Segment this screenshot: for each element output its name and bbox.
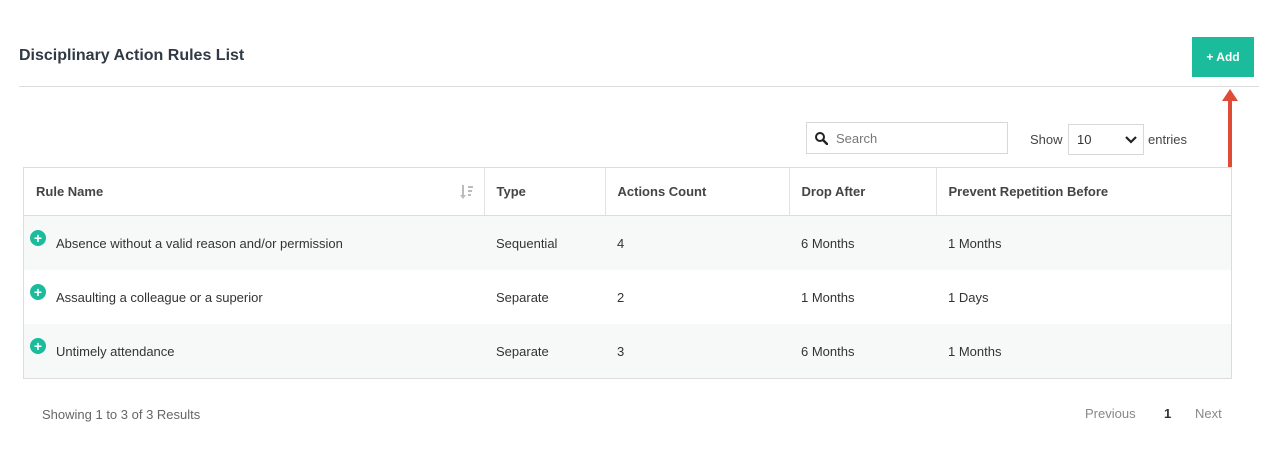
table-row: + Untimely attendance Separate 3 6 Month… [24,324,1231,378]
expand-plus-icon[interactable]: + [30,284,46,300]
annotation-arrow-icon [1222,89,1238,179]
type-cell: Sequential [484,215,605,270]
search-box[interactable] [806,122,1008,154]
page-title: Disciplinary Action Rules List [19,47,245,64]
show-label: Show [1030,132,1063,147]
chevron-down-icon [1125,135,1137,144]
prevent-repetition-cell: 1 Days [936,270,1231,324]
pagination-next[interactable]: Next [1195,406,1222,421]
rule-name-cell: + Untimely attendance [24,324,484,378]
entries-label: entries [1148,132,1188,147]
sort-icon[interactable] [459,184,474,200]
column-header-prevent-repetition[interactable]: Prevent Repetition Before [936,168,1231,216]
table-header-row: Rule Name Type Actions Count Drop After … [24,168,1231,216]
pagination-previous[interactable]: Previous [1085,406,1136,421]
table-row: + Absence without a valid reason and/or … [24,215,1231,270]
entries-select[interactable]: 10 [1068,124,1144,155]
drop-after-cell: 1 Months [789,270,936,324]
rule-name: Absence without a valid reason and/or pe… [56,235,343,251]
search-icon [815,131,828,145]
actions-count-cell: 3 [605,324,789,378]
type-cell: Separate [484,270,605,324]
column-header-rule-name[interactable]: Rule Name [24,168,485,216]
type-cell: Separate [484,324,605,378]
entries-value: 10 [1077,132,1092,147]
column-header-type[interactable]: Type [484,168,606,216]
drop-after-cell: 6 Months [789,324,936,378]
rule-name-cell: + Absence without a valid reason and/or … [24,215,484,270]
prevent-repetition-cell: 1 Months [936,324,1231,378]
results-summary: Showing 1 to 3 of 3 Results [42,407,201,422]
column-header-drop-after[interactable]: Drop After [789,168,937,216]
expand-plus-icon[interactable]: + [30,230,46,246]
rule-name-cell: + Assaulting a colleague or a superior [24,270,484,324]
actions-count-cell: 4 [605,215,789,270]
column-header-label: Rule Name [36,184,104,199]
table-row: + Assaulting a colleague or a superior S… [24,270,1231,324]
rule-name: Assaulting a colleague or a superior [56,289,263,305]
drop-after-cell: 6 Months [789,215,936,270]
column-header-actions-count[interactable]: Actions Count [605,168,790,216]
title-divider [19,86,1259,87]
rule-name: Untimely attendance [56,343,175,359]
rules-table: Rule Name Type Actions Count Drop After … [23,167,1232,379]
search-input[interactable] [834,129,998,147]
prevent-repetition-cell: 1 Months [936,215,1231,270]
add-button[interactable]: + Add [1192,37,1254,77]
pagination-page-1[interactable]: 1 [1164,406,1171,421]
actions-count-cell: 2 [605,270,789,324]
expand-plus-icon[interactable]: + [30,338,46,354]
